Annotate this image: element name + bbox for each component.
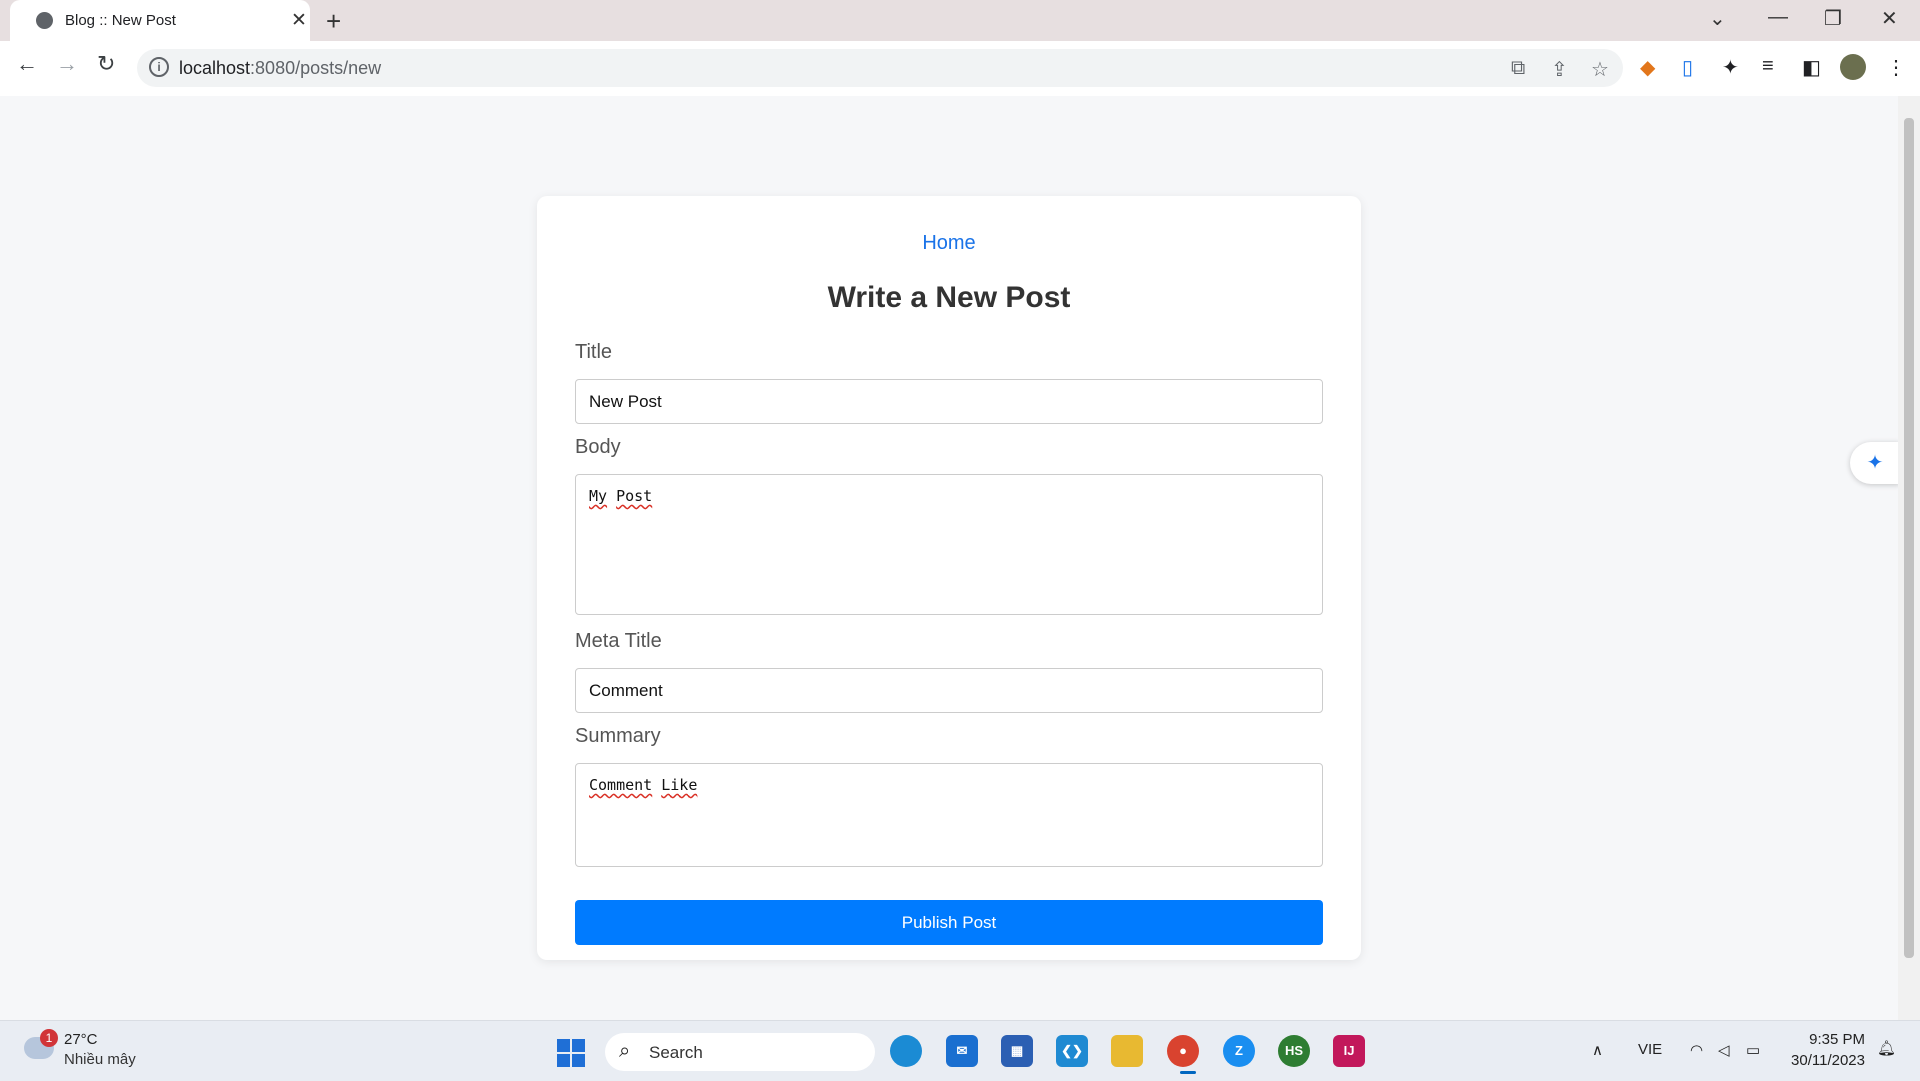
body-label: Body [575, 436, 621, 458]
kebab-menu-icon[interactable]: ⋮ [1886, 55, 1906, 80]
close-window-icon[interactable]: ✕ [1881, 6, 1898, 31]
speaker-icon[interactable]: ◁ [1718, 1041, 1730, 1059]
translate-icon[interactable]: ⧉ [1511, 57, 1525, 80]
site-info-icon[interactable]: i [149, 57, 169, 77]
wifi-icon[interactable]: ◠ [1690, 1041, 1703, 1059]
url-text[interactable]: localhost:8080/posts/new [179, 58, 381, 79]
weather-temperature[interactable]: 27°C [64, 1031, 98, 1048]
battery-icon[interactable]: ▭ [1746, 1041, 1760, 1059]
post-form-card: Home Write a New Post Title New Post Bod… [537, 196, 1361, 960]
body-textarea[interactable]: My Post [575, 474, 1323, 615]
zalo-icon[interactable]: Z [1223, 1035, 1255, 1067]
publish-post-button[interactable]: Publish Post [575, 900, 1323, 945]
clock-time[interactable]: 9:35 PM [1775, 1031, 1865, 1048]
summary-word: Like [661, 776, 698, 794]
vscode-icon[interactable]: ❮❯ [1056, 1035, 1088, 1067]
page-scrollbar[interactable] [1898, 96, 1920, 1020]
taskbar-search-box[interactable]: ⌕ Search [605, 1033, 875, 1071]
clock-date[interactable]: 30/11/2023 [1775, 1052, 1865, 1069]
search-placeholder: Search [649, 1043, 703, 1062]
reading-list-icon[interactable]: ≡ [1762, 55, 1774, 78]
meta-title-label: Meta Title [575, 630, 662, 652]
summary-textarea[interactable]: Comment Like [575, 763, 1323, 867]
language-indicator[interactable]: VIE [1638, 1041, 1662, 1058]
page-title: Write a New Post [827, 281, 1071, 314]
file-explorer-icon[interactable] [1111, 1035, 1143, 1067]
hs-icon[interactable]: HS [1278, 1035, 1310, 1067]
edge-icon[interactable] [890, 1035, 922, 1067]
intellij-icon[interactable]: IJ [1333, 1035, 1365, 1067]
summary-label: Summary [575, 725, 661, 747]
profile-avatar[interactable] [1840, 54, 1866, 80]
browser-toolbar: ← → ↻ i localhost:8080/posts/new ⧉ ⇪ ☆ [0, 41, 1920, 97]
browser-chrome: Blog :: New Post ✕ + ⌄ — ❐ ✕ ← → ↻ i loc… [0, 0, 1920, 97]
extension-icon[interactable]: ▯ [1682, 55, 1693, 80]
forward-icon[interactable]: → [56, 51, 78, 77]
globe-icon [36, 12, 53, 29]
new-tab-icon[interactable]: + [326, 6, 341, 37]
title-input[interactable]: New Post [575, 379, 1323, 424]
store-icon[interactable]: ▦ [1001, 1035, 1033, 1067]
home-link[interactable]: Home [537, 232, 1361, 255]
chrome-active-indicator [1180, 1071, 1196, 1074]
metamask-icon[interactable]: ◆ [1640, 55, 1655, 80]
title-label: Title [575, 341, 613, 363]
search-icon: ⌕ [619, 1040, 631, 1062]
tab-title: Blog :: New Post [65, 12, 176, 29]
notification-badge: 1 [40, 1029, 58, 1047]
share-icon[interactable]: ⇪ [1551, 57, 1568, 82]
meta-title-input[interactable]: Comment [575, 668, 1323, 713]
windows-taskbar: 1 27°C Nhiều mây ⌕ Search ✉ ▦ ❮❯ ● Z HS … [0, 1020, 1920, 1081]
weather-description[interactable]: Nhiều mây [64, 1051, 136, 1068]
tab-strip: Blog :: New Post ✕ + ⌄ — ❐ ✕ [0, 0, 1920, 41]
bookmark-star-icon[interactable]: ☆ [1591, 57, 1609, 82]
chrome-icon[interactable]: ● [1167, 1035, 1199, 1067]
page-viewport: Home Write a New Post Title New Post Bod… [0, 96, 1898, 1020]
reload-icon[interactable]: ↻ [97, 51, 115, 77]
body-word: Post [616, 487, 653, 505]
tab-search-icon[interactable]: ⌄ [1709, 6, 1726, 31]
sparkle-assistant-icon[interactable]: ✦ [1850, 442, 1900, 484]
puzzle-icon[interactable]: ✦ [1722, 55, 1739, 80]
restore-icon[interactable]: ❐ [1824, 6, 1842, 31]
notification-bell-icon[interactable]: 🔔︎ [1877, 1039, 1896, 1057]
browser-tab[interactable]: Blog :: New Post ✕ [10, 0, 310, 41]
side-panel-icon[interactable]: ◧ [1802, 55, 1821, 80]
summary-word: Comment [589, 776, 653, 794]
start-icon[interactable] [557, 1039, 585, 1067]
show-hidden-icons[interactable]: ∧ [1592, 1041, 1603, 1059]
mail-icon[interactable]: ✉ [946, 1035, 978, 1067]
address-bar[interactable]: i localhost:8080/posts/new ⧉ ⇪ ☆ [137, 49, 1623, 87]
close-tab-icon[interactable]: ✕ [291, 9, 307, 32]
scrollbar-thumb[interactable] [1904, 118, 1914, 958]
back-icon[interactable]: ← [16, 51, 38, 77]
minimize-icon[interactable]: — [1768, 6, 1788, 29]
body-word: My [589, 487, 608, 505]
